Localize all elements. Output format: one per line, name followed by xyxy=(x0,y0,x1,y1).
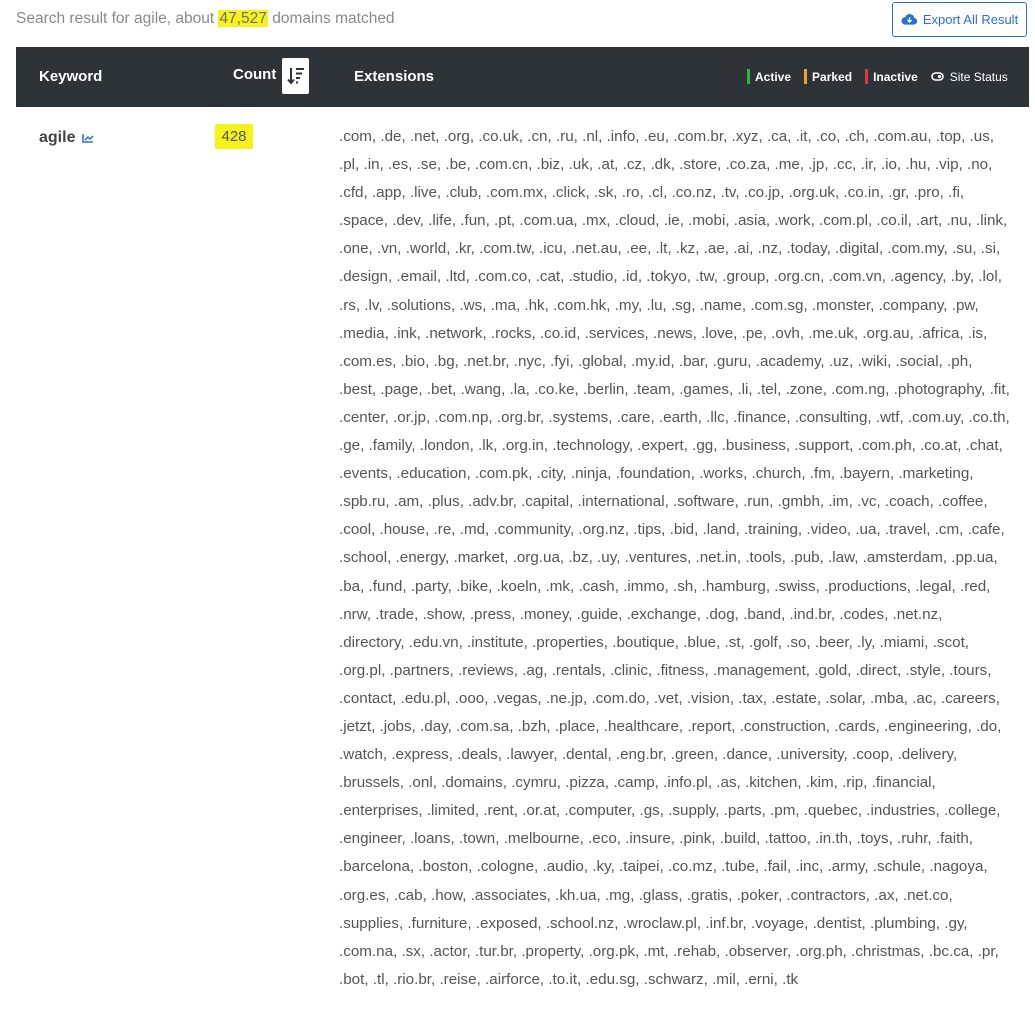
top-bar: Search result for agile, about 47,527 do… xyxy=(0,0,1035,46)
header-keyword: Keyword xyxy=(39,68,103,85)
header-count: Count xyxy=(233,66,277,83)
summary-prefix: Search result for agile, about xyxy=(16,10,219,27)
inactive-indicator xyxy=(865,69,869,84)
legend-parked: Parked xyxy=(804,69,852,84)
legend-active: Active xyxy=(747,69,791,84)
legend-parked-label: Parked xyxy=(812,69,853,84)
legend-inactive-label: Inactive xyxy=(873,69,918,84)
sort-descending-icon xyxy=(286,68,304,85)
matched-count: 47,527 xyxy=(218,10,268,27)
parked-indicator xyxy=(804,69,808,84)
count-cell: 428 xyxy=(215,124,253,149)
legend-inactive: Inactive xyxy=(865,69,918,84)
link-icon xyxy=(930,72,944,81)
legend-active-label: Active xyxy=(755,69,792,84)
active-indicator xyxy=(747,69,750,84)
keyword-cell: agile xyxy=(39,129,94,147)
extensions-list: .com, .de, .net, .org, .co.uk, .cn, .ru,… xyxy=(339,128,1010,988)
cloud-download-icon xyxy=(901,14,917,25)
table-row: agile 428 .com, .de, .net, .org, .co.uk,… xyxy=(16,107,1029,1035)
sort-count-button[interactable] xyxy=(282,58,309,94)
status-legend: Active Parked Inactive Site Status xyxy=(747,69,1008,84)
table-header: Keyword Count Extensions Active Parked I… xyxy=(16,47,1029,107)
trending-up-icon[interactable] xyxy=(82,133,94,143)
keyword-link[interactable]: agile xyxy=(39,129,75,147)
search-summary: Search result for agile, about 47,527 do… xyxy=(16,10,395,28)
export-all-button[interactable]: Export All Result xyxy=(892,2,1027,37)
legend-site-status: Site Status xyxy=(930,69,1008,84)
legend-site-status-label: Site Status xyxy=(949,69,1008,84)
summary-suffix: domains matched xyxy=(267,10,395,27)
header-extensions: Extensions xyxy=(354,68,435,85)
export-button-label: Export All Result xyxy=(922,12,1019,27)
